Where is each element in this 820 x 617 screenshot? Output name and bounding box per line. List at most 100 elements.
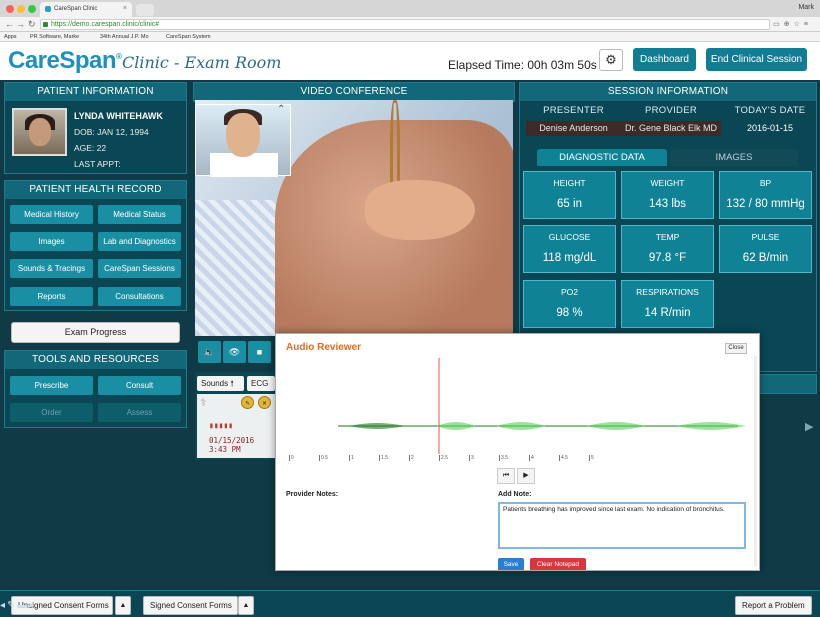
footer-bar: Unsigned Consent Forms ▲ Signed Consent … — [0, 590, 820, 617]
tab-diagnostic-data[interactable]: DIAGNOSTIC DATA — [537, 149, 667, 166]
bookmark-jp-morgan[interactable]: 34th Annual J.P. Mo — [100, 34, 149, 40]
video-feed[interactable]: ⌃ — [195, 100, 513, 336]
presenter-value: Denise Anderson — [526, 121, 621, 136]
reports-button[interactable]: Reports — [10, 287, 93, 306]
video-conference-title: VIDEO CONFERENCE — [194, 83, 514, 101]
new-tab-button[interactable] — [136, 4, 154, 16]
presenter-col: PRESENTER Denise Anderson — [526, 105, 621, 136]
patient-age: AGE: 22 — [74, 143, 107, 153]
lab-diagnostics-button[interactable]: Lab and Diagnostics — [98, 232, 181, 251]
settings-button[interactable]: ⚙ — [599, 49, 623, 71]
speaker-icon: 🔈 — [203, 347, 216, 357]
report-problem-button[interactable]: Report a Problem — [735, 596, 812, 615]
timeline-tick: 2.5 — [439, 455, 448, 461]
browser-tab[interactable]: CareSpan Clinic × — [40, 2, 132, 17]
vital-height: HEIGHT 65 in — [523, 171, 616, 219]
browser-user[interactable]: Mark — [798, 4, 814, 11]
view-button[interactable]: 👁 — [223, 341, 246, 363]
back-icon[interactable]: ← — [5, 19, 14, 29]
bookmark-pr-software[interactable]: PR Software, Marke — [30, 34, 79, 40]
patient-dob: DOB: JAN 12, 1994 — [74, 127, 149, 137]
camera-icon: ■ — [256, 347, 263, 357]
signed-caret-icon[interactable]: ▲ — [238, 596, 254, 615]
tracing-time: 3:43 PM — [209, 445, 241, 454]
patient-info-panel: PATIENT INFORMATION LYNDA WHITEHAWK DOB:… — [4, 82, 187, 174]
tools-title: TOOLS AND RESOURCES — [5, 351, 186, 369]
tools-panel: TOOLS AND RESOURCES Prescribe Consult Or… — [4, 350, 187, 428]
dashboard-button[interactable]: Dashboard — [633, 48, 696, 71]
patient-name: LYNDA WHITEHAWK — [74, 111, 163, 121]
session-info-title: SESSION INFORMATION — [520, 83, 816, 101]
reload-icon[interactable]: ↻ — [28, 19, 36, 30]
minimize-window-icon[interactable] — [17, 5, 25, 13]
bookmark-carespan-system[interactable]: CareSpan System — [166, 34, 211, 40]
provider-value: Dr. Gene Black Elk MD — [621, 121, 721, 136]
consultations-button[interactable]: Consultations — [98, 287, 181, 306]
date-label: TODAY'S DATE — [734, 105, 806, 116]
consult-button[interactable]: Consult — [98, 376, 181, 395]
exam-progress-button[interactable]: Exam Progress — [11, 322, 180, 343]
date-value: 2016-01-15 — [746, 123, 794, 133]
timeline-tick: 0 — [289, 455, 294, 461]
zoom-window-icon[interactable] — [28, 5, 36, 13]
unsigned-caret-icon[interactable]: ▲ — [115, 596, 131, 615]
patient-last-appt: LAST APPT: — [74, 159, 121, 169]
play-button[interactable]: ▶ — [517, 468, 535, 484]
url-input[interactable]: https://demo.carespan.clinic/clinic# — [40, 19, 770, 30]
clear-notepad-button[interactable]: Clear Notepad — [530, 558, 586, 570]
order-button[interactable]: Order — [10, 403, 93, 422]
vital-bp: BP 132 / 80 mmHg — [719, 171, 812, 219]
carespan-sessions-button[interactable]: CareSpan Sessions — [98, 259, 181, 278]
url-text: https://demo.carespan.clinic/clinic# — [51, 21, 160, 28]
signed-consent-forms-button[interactable]: Signed Consent Forms — [143, 596, 238, 615]
medical-history-button[interactable]: Medical History — [10, 205, 93, 224]
camera-button[interactable]: ■ — [248, 341, 271, 363]
tracing-waveform: ▮▮▮▮▮ — [209, 421, 234, 430]
end-session-button[interactable]: End Clinical Session — [706, 48, 807, 71]
forward-icon[interactable]: → — [16, 19, 25, 29]
edit-icon[interactable]: ✎ — [241, 396, 254, 409]
video-conference-header: VIDEO CONFERENCE — [193, 82, 515, 102]
eye-icon: 👁 — [228, 347, 241, 357]
health-record-panel: PATIENT HEALTH RECORD Medical History Me… — [4, 180, 187, 311]
tab-close-icon[interactable]: × — [123, 5, 127, 12]
patient-details: LYNDA WHITEHAWK DOB: JAN 12, 1994 AGE: 2… — [74, 108, 163, 172]
close-button[interactable]: Close — [725, 343, 747, 354]
bookmark-apps[interactable]: Apps — [4, 34, 17, 40]
timeline-tick: 3 — [469, 455, 474, 461]
medical-status-button[interactable]: Medical Status — [98, 205, 181, 224]
browser-tabbar: CareSpan Clinic × Mark — [0, 0, 820, 17]
images-button[interactable]: Images — [10, 232, 93, 251]
arrow-up-icon: 🠕 — [230, 379, 234, 388]
tracing-thumbnail[interactable]: ⚕ ✎ ✕ ▮▮▮▮▮ 01/15/2016 3:43 PM — [197, 394, 277, 458]
prescribe-button[interactable]: Prescribe — [10, 376, 93, 395]
timeline-tick: 4 — [529, 455, 534, 461]
vital-pulse: PULSE 62 B/min — [719, 225, 812, 273]
chevron-up-icon[interactable]: ⌃ — [277, 104, 285, 115]
delete-icon[interactable]: ✕ — [258, 396, 271, 409]
close-window-icon[interactable] — [6, 5, 14, 13]
os-dock-icons: ◂✎▬▸ — [0, 600, 37, 611]
ecg-tab[interactable]: ECG — [247, 376, 275, 391]
browser-menu-icon[interactable]: ▭⊕☆≡ — [773, 20, 812, 28]
assess-button[interactable]: Assess — [98, 403, 181, 422]
sounds-tracings-button[interactable]: Sounds & Tracings — [10, 259, 93, 278]
modal-scrollbar[interactable] — [754, 356, 757, 566]
elapsed-time: Elapsed Time: 00h 03m 50s — [448, 58, 597, 72]
chevron-right-icon[interactable]: ▶ — [805, 420, 813, 433]
save-button[interactable]: Save — [498, 558, 524, 570]
sounds-tab[interactable]: Sounds 🠕 — [197, 376, 244, 391]
audio-waveform[interactable] — [286, 358, 746, 454]
app-header: CareSpan® Clinic - Exam Room Elapsed Tim… — [0, 42, 820, 80]
add-note-label: Add Note: — [498, 491, 532, 498]
skip-back-button[interactable]: ⏮ — [497, 468, 515, 484]
tab-images[interactable]: IMAGES — [670, 149, 798, 166]
audio-timeline[interactable]: 0 0.5 1 1.5 2 2.5 3 3.5 4 4.5 5 — [286, 453, 746, 465]
page-title: Clinic - Exam Room — [122, 53, 282, 72]
lock-icon — [43, 22, 48, 27]
note-textarea[interactable]: Patients breathing has improved since la… — [498, 502, 746, 549]
mute-button[interactable]: 🔈 — [198, 341, 221, 363]
timeline-tick: 5 — [589, 455, 594, 461]
bookmarks-bar: Apps PR Software, Marke 34th Annual J.P.… — [0, 32, 820, 42]
carespan-logo: CareSpan® — [8, 47, 122, 74]
